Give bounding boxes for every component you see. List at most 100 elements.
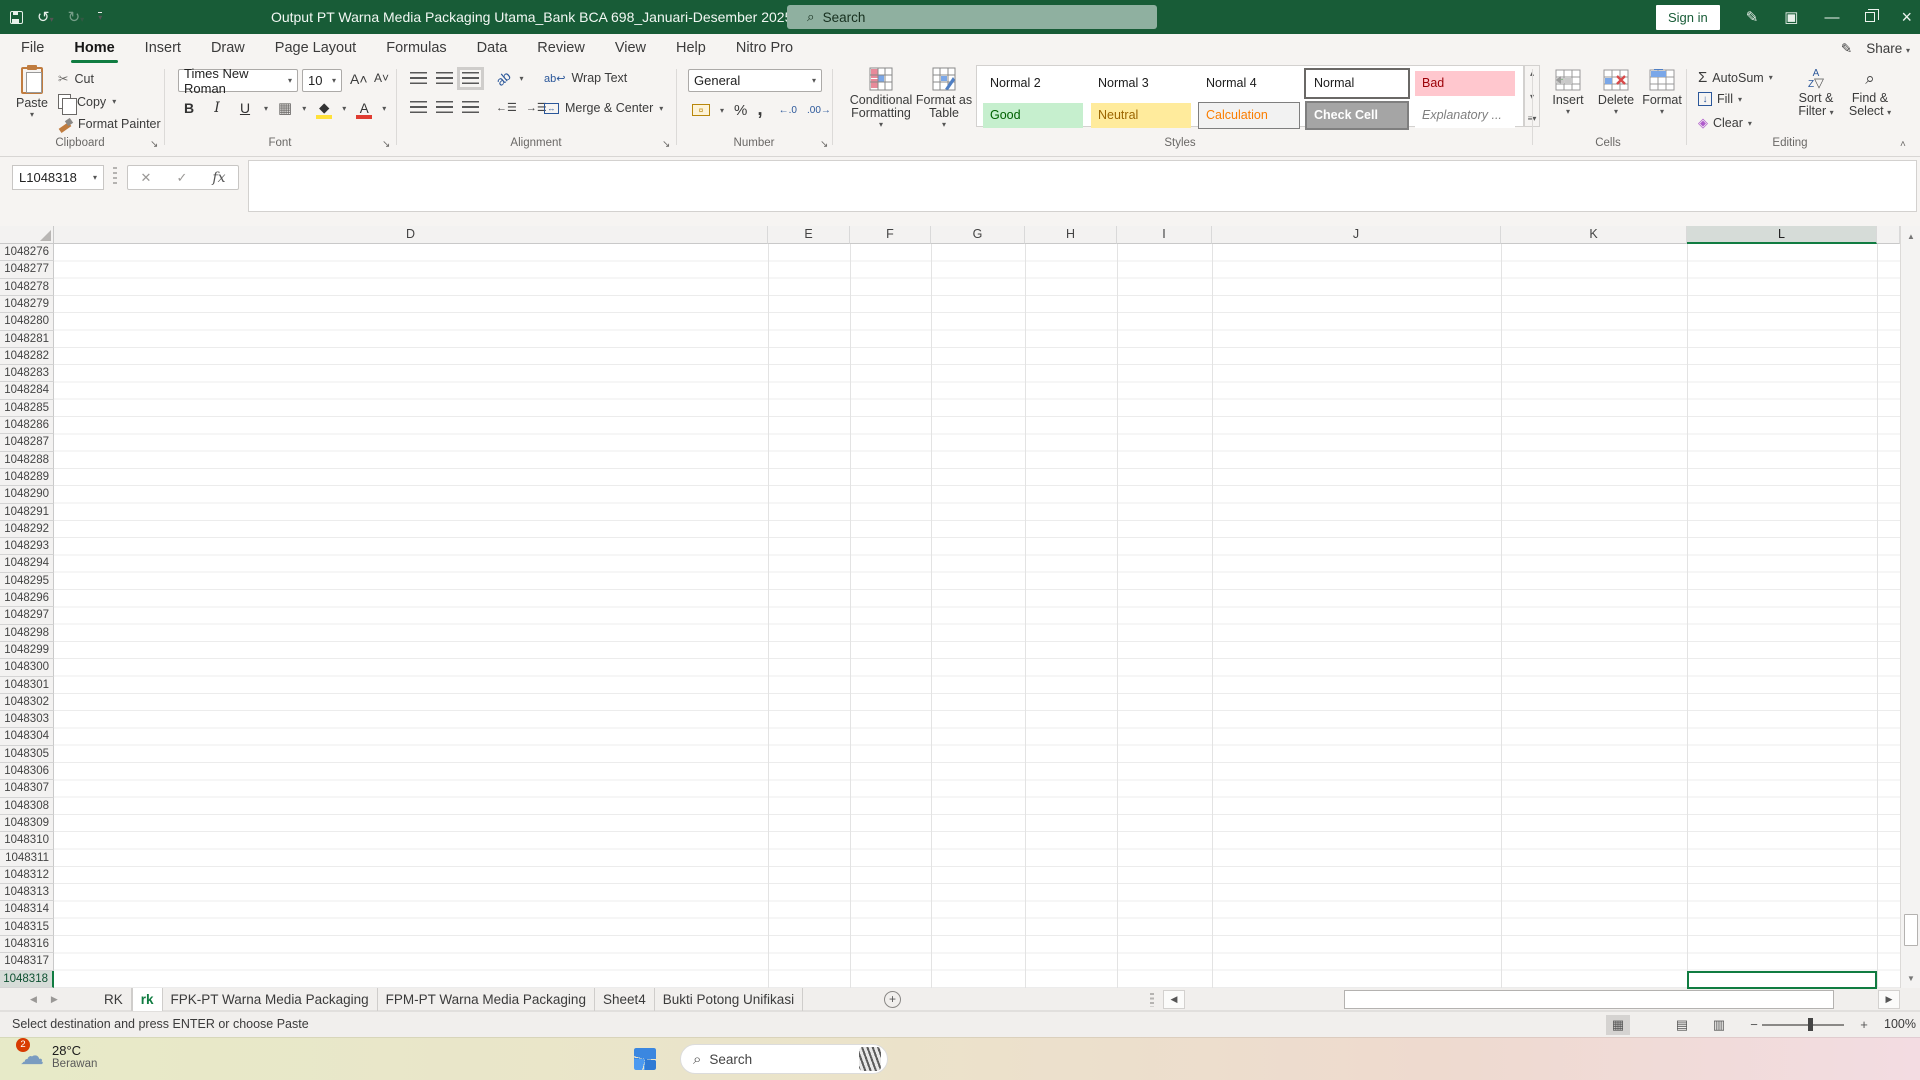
row-header-1048302[interactable]: 1048302 [0,693,54,712]
fill-button[interactable]: ↓ Fill ▾ [1698,92,1742,106]
style-good[interactable]: Good [983,103,1083,128]
delete-cells-button[interactable]: Delete ▾ [1594,69,1638,116]
ribbon-tab-review[interactable]: Review [522,34,600,63]
sheet-tab-rk[interactable]: RK [96,988,132,1011]
row-header-1048298[interactable]: 1048298 [0,624,54,642]
ribbon-tab-formulas[interactable]: Formulas [371,34,461,63]
row-header-1048276[interactable]: 1048276 [0,244,54,262]
column-header-F[interactable]: F [850,226,931,244]
sort-filter-button[interactable]: A Z▽ Sort & Filter ▾ [1790,69,1842,119]
row-header-1048288[interactable]: 1048288 [0,451,54,469]
collapse-ribbon-icon[interactable]: ˄ [1900,139,1906,150]
autosum-button[interactable]: Σ AutoSum ▾ [1698,69,1773,86]
row-header-1048293[interactable]: 1048293 [0,538,54,556]
minimize-button[interactable]: — [1824,9,1839,26]
row-header-1048281[interactable]: 1048281 [0,330,54,348]
top-align-button[interactable] [410,72,427,85]
row-header-1048280[interactable]: 1048280 [0,313,54,331]
row-header-1048299[interactable]: 1048299 [0,641,54,660]
row-header-1048289[interactable]: 1048289 [0,468,54,487]
confirm-entry-icon[interactable]: ✓ [176,170,187,186]
ink-pen-icon[interactable]: ✎ [1746,10,1759,25]
bold-button[interactable]: B [180,100,198,116]
fill-color-button[interactable]: ◆ [316,100,333,119]
underline-dropdown-icon[interactable]: ▾ [264,104,268,113]
conditional-formatting-button[interactable]: Conditional Formatting ▾ [850,67,912,129]
sheet-tab-bukti-potong-unifikasi[interactable]: Bukti Potong Unifikasi [655,988,804,1011]
row-header-1048291[interactable]: 1048291 [0,503,54,521]
cells-area[interactable] [54,244,1900,988]
ribbon-tab-page-layout[interactable]: Page Layout [260,34,371,63]
column-header-K[interactable]: K [1501,226,1687,244]
namebox-splitter[interactable] [113,167,117,187]
zoom-level[interactable]: 100% [1878,1012,1916,1037]
column-header-G[interactable]: G [931,226,1025,244]
row-header-1048309[interactable]: 1048309 [0,814,54,833]
vertical-scroll-thumb[interactable] [1904,914,1918,946]
ribbon-tab-help[interactable]: Help [661,34,721,63]
ribbon-tab-view[interactable]: View [600,34,661,63]
insert-cells-button[interactable]: Insert ▾ [1546,69,1590,116]
style-normal[interactable]: Normal [1304,68,1410,99]
row-header-1048300[interactable]: 1048300 [0,659,54,677]
paste-button[interactable]: Paste ▾ [10,65,54,119]
decrease-font-size-button[interactable]: A˅ [374,71,389,85]
row-header-1048318[interactable]: 1048318 [0,970,54,988]
row-header-1048294[interactable]: 1048294 [0,555,54,573]
name-box-dropdown-icon[interactable]: ▾ [93,173,97,182]
number-dialog-launcher-icon[interactable]: ↘ [820,139,832,151]
wrap-text-button[interactable]: ab↩ Wrap Text [544,71,627,85]
cut-button[interactable]: ✂ Cut [58,71,94,87]
style-normal-3[interactable]: Normal 3 [1091,71,1191,96]
row-header-1048278[interactable]: 1048278 [0,278,54,296]
percent-style-button[interactable]: % [734,102,747,119]
start-button[interactable] [634,1048,656,1070]
sheet-tab-rk[interactable]: rk [131,988,163,1011]
format-as-table-button[interactable]: Format as Table ▾ [916,67,972,129]
row-header-1048311[interactable]: 1048311 [0,849,54,867]
selected-cell-L1048318[interactable] [1687,970,1877,989]
sign-in-button[interactable]: Sign in [1655,4,1720,30]
weather-widget[interactable]: ☁ 2 28°C Berawan [16,1038,97,1071]
ribbon-display-options-icon[interactable]: ▣ [1784,10,1798,25]
cancel-entry-icon[interactable]: ✕ [141,170,152,186]
row-header-1048304[interactable]: 1048304 [0,728,54,746]
sheet-tab-sheet4[interactable]: Sheet4 [595,988,655,1011]
align-center-button[interactable] [436,101,453,114]
orientation-icon[interactable]: ab [493,68,514,89]
decrease-decimal-button[interactable]: .00→ [807,105,831,116]
row-header-1048282[interactable]: 1048282 [0,347,54,366]
row-header-1048312[interactable]: 1048312 [0,866,54,885]
ribbon-tab-data[interactable]: Data [462,34,523,63]
row-header-1048297[interactable]: 1048297 [0,607,54,625]
hscroll-splitter[interactable] [1150,993,1154,1007]
ribbon-tab-insert[interactable]: Insert [130,34,196,63]
horizontal-scroll-thumb[interactable] [1344,990,1834,1009]
number-format-combo[interactable]: General ▾ [688,69,822,92]
alignment-dialog-launcher-icon[interactable]: ↘ [662,139,674,151]
format-painter-button[interactable]: Format Painter [58,117,161,131]
font-name-combo[interactable]: Times New Roman ▾ [178,66,298,96]
increase-font-size-button[interactable]: A˄ [350,71,368,87]
hscroll-right-icon[interactable]: ▶ [1878,990,1900,1009]
sheet-tab-fpk-pt-warna-media-packaging[interactable]: FPK-PT Warna Media Packaging [163,988,378,1011]
titlebar-search-box[interactable]: ⌕ Search [787,5,1157,29]
row-header-1048290[interactable]: 1048290 [0,486,54,504]
scroll-up-icon[interactable]: ▲ [1901,226,1920,246]
column-header-E[interactable]: E [768,226,850,244]
zoom-in-icon[interactable]: + [1852,1015,1876,1035]
clipboard-dialog-launcher-icon[interactable]: ↘ [150,139,162,151]
zoom-slider-thumb[interactable] [1808,1018,1813,1031]
name-box[interactable]: L1048318 ▾ [12,165,104,190]
font-color-button[interactable]: A [356,101,373,119]
accounting-format-icon[interactable]: ¤ [692,104,710,116]
row-header-1048285[interactable]: 1048285 [0,399,54,418]
bottom-align-button[interactable] [457,67,484,90]
column-header-partial[interactable] [1877,226,1900,244]
sheet-nav-right-icon[interactable]: ▶ [51,994,58,1005]
insert-function-icon[interactable]: fx [212,170,225,186]
align-left-button[interactable] [410,101,427,114]
formula-input[interactable] [248,160,1917,212]
font-dialog-launcher-icon[interactable]: ↘ [382,139,394,151]
share-button[interactable]: Share ▾ [1866,41,1910,56]
